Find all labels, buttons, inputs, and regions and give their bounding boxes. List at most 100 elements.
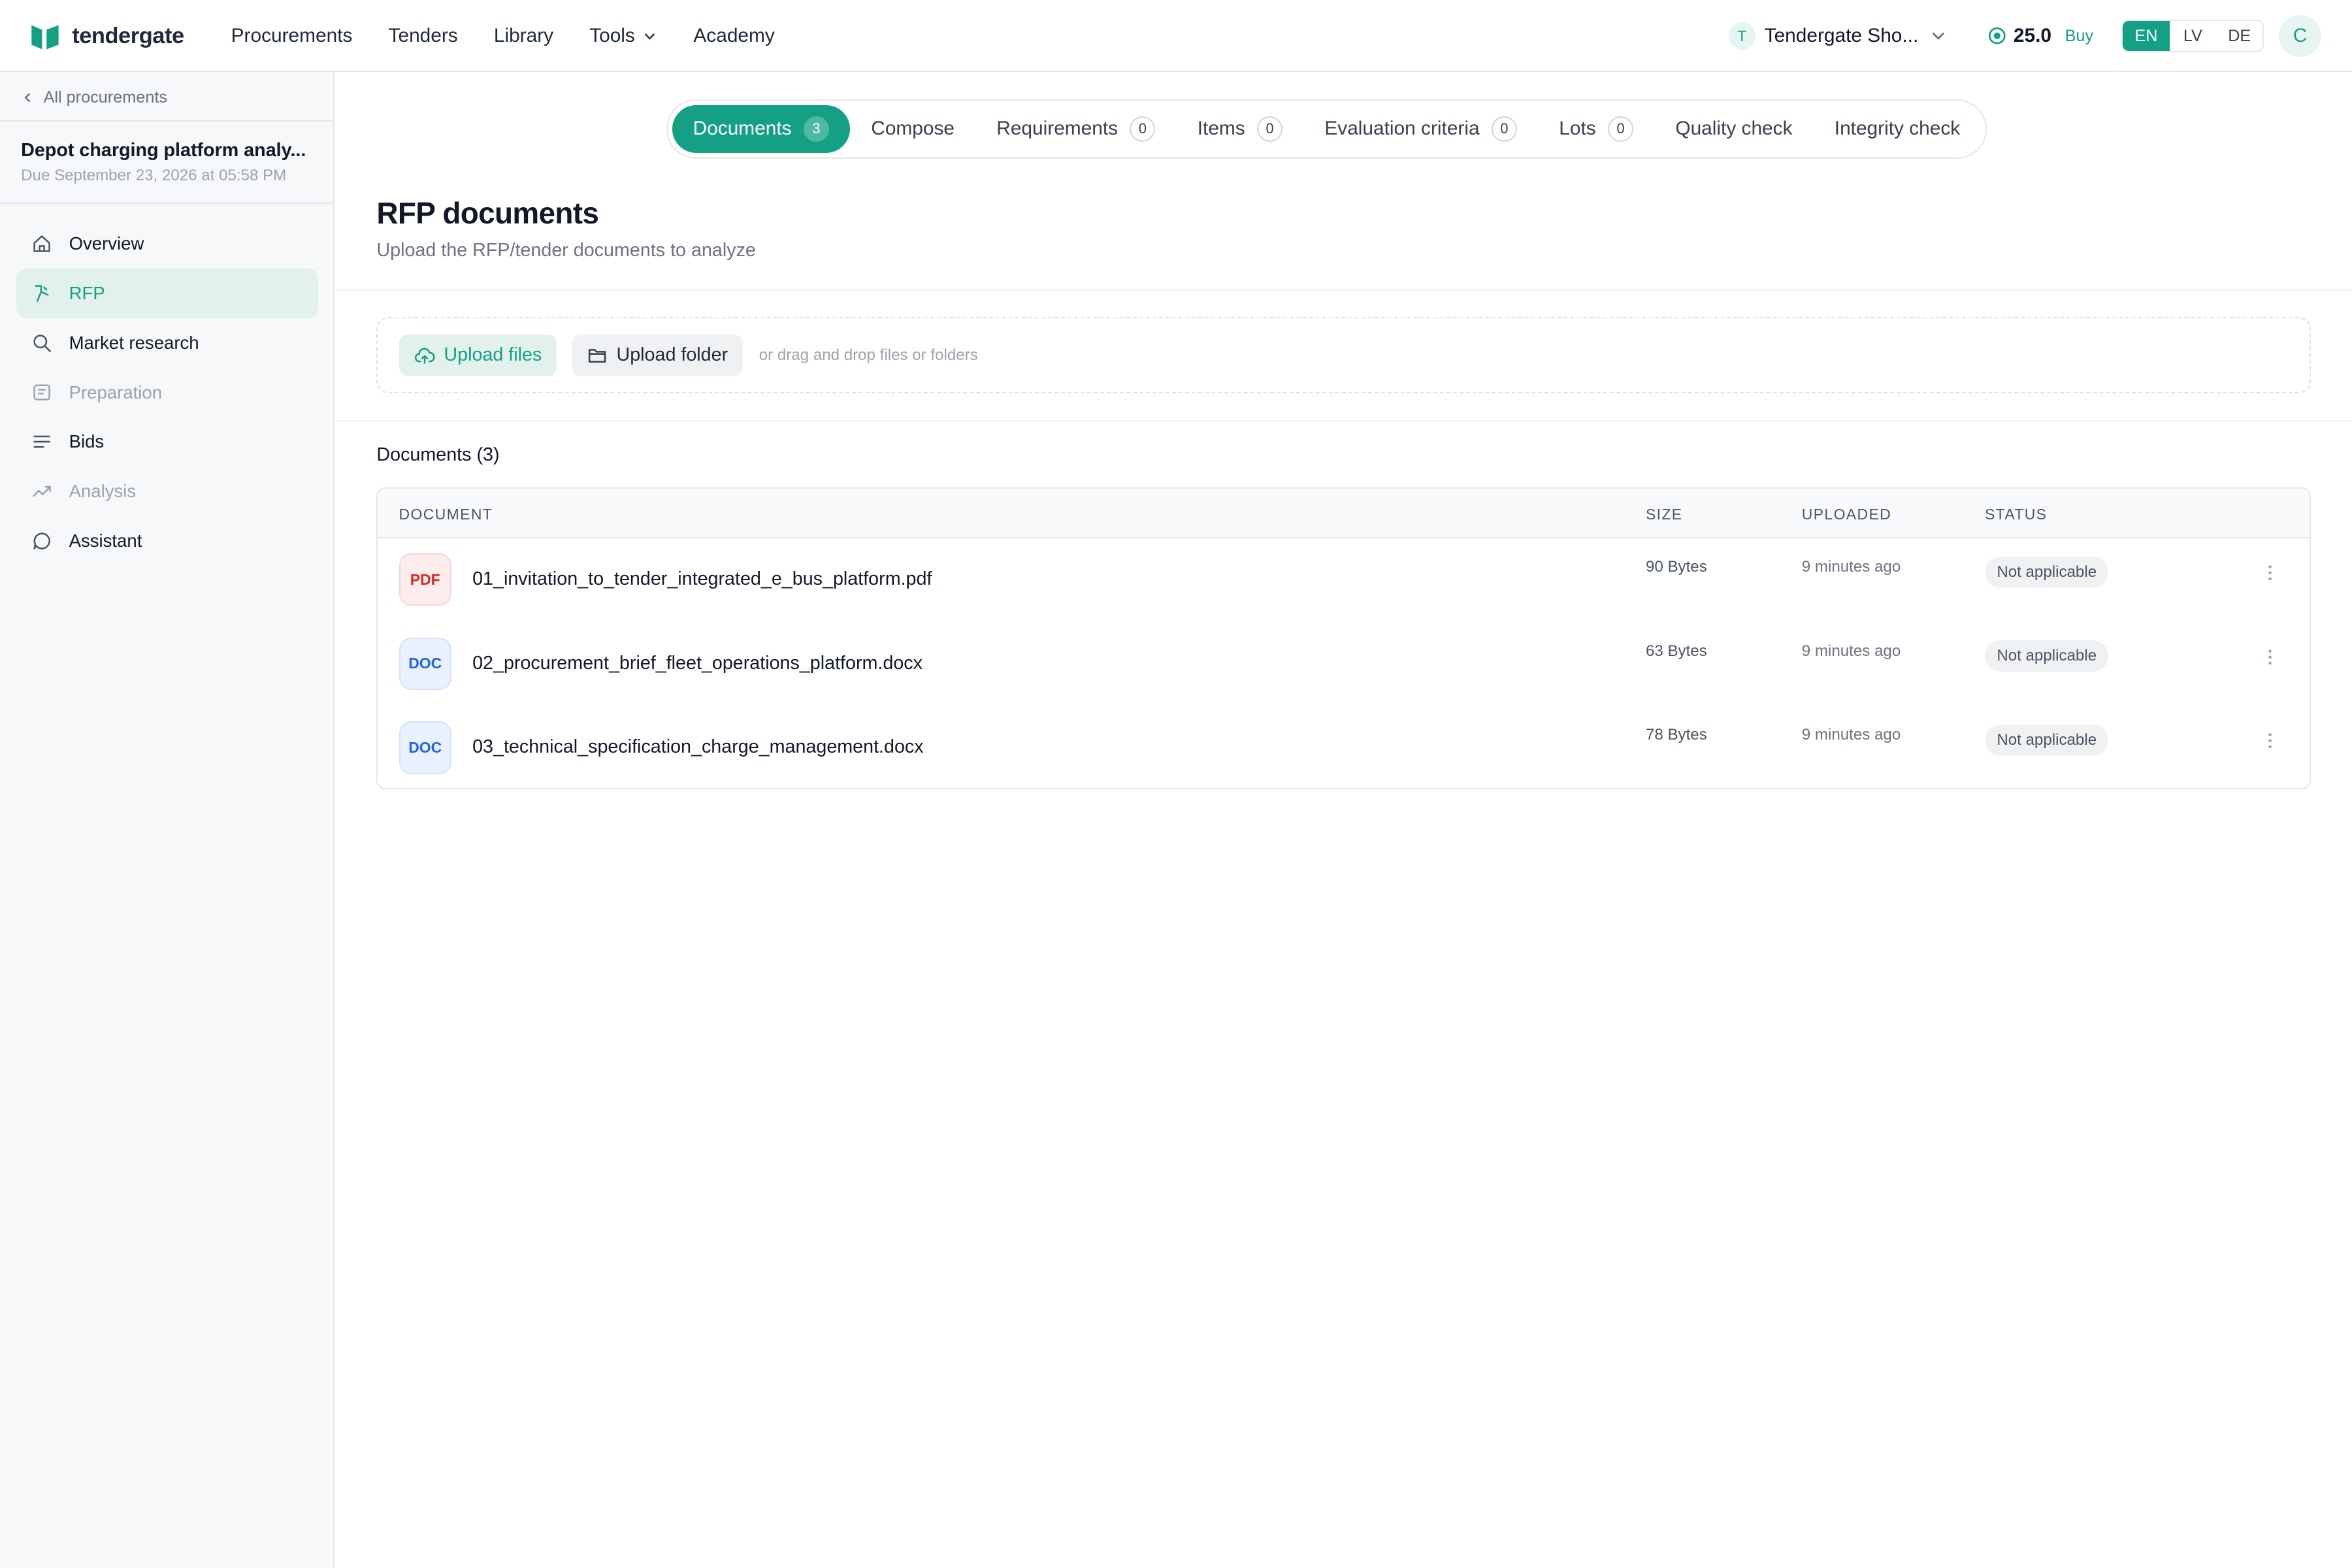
user-avatar[interactable]: C (2279, 14, 2321, 57)
tab-label: Evaluation criteria (1324, 118, 1480, 140)
tab-count-badge: 0 (1257, 116, 1283, 142)
column-header-document[interactable]: DOCUMENT (399, 506, 493, 523)
tab-lots[interactable]: Lots 0 (1538, 105, 1654, 153)
sidebar-menu: Overview RFP Market research Preparation… (16, 219, 318, 565)
more-vertical-icon (2268, 733, 2272, 749)
back-link-label: All procurements (43, 88, 168, 106)
nav-tenders[interactable]: Tenders (389, 25, 458, 47)
table-row[interactable]: DOC 02_procurement_brief_fleet_operation… (378, 623, 2309, 707)
cloud-upload-icon (414, 348, 435, 364)
nav-procurements[interactable]: Procurements (231, 25, 353, 47)
language-switcher: EN LV DE (2121, 19, 2264, 53)
nav-tools-label: Tools (589, 25, 635, 47)
upload-files-button[interactable]: Upload files (399, 334, 557, 377)
tab-label: Compose (871, 118, 955, 140)
documents-table: DOCUMENT SIZE UPLOADED STATUS PDF 01_inv… (376, 487, 2311, 789)
top-header: tendergate Procurements Tenders Library … (0, 0, 2352, 73)
status-badge: Not applicable (1984, 724, 2109, 757)
upload-folder-button[interactable]: Upload folder (571, 334, 743, 377)
chat-icon (33, 532, 51, 549)
sidebar: All procurements Depot charging platform… (0, 72, 335, 1568)
org-avatar: T (1728, 22, 1756, 50)
documents-heading: Documents (3) (376, 444, 500, 465)
buy-credits-link[interactable]: Buy (2065, 27, 2094, 46)
nav-library[interactable]: Library (494, 25, 553, 47)
pdf-file-icon: PDF (399, 553, 451, 606)
page-subtitle: Upload the RFP/tender documents to analy… (376, 240, 756, 261)
nav-tools[interactable]: Tools (589, 25, 657, 47)
document-size: 63 Bytes (1645, 642, 1707, 660)
section-tabs: Documents 3 Compose Requirements 0 Items… (666, 99, 1987, 159)
tab-requirements[interactable]: Requirements 0 (975, 105, 1176, 153)
credits-value: 25.0 (2013, 25, 2051, 47)
chevron-down-icon (644, 33, 655, 40)
sidebar-item-label: RFP (69, 282, 105, 303)
app-root: tendergate Procurements Tenders Library … (0, 0, 2352, 1568)
nav-academy-label: Academy (693, 25, 775, 47)
sidebar-item-market-research[interactable]: Market research (16, 318, 318, 368)
sidebar-item-label: Market research (69, 332, 199, 353)
main-nav: Procurements Tenders Library Tools Acade… (231, 0, 775, 72)
document-name[interactable]: 01_invitation_to_tender_integrated_e_bus… (472, 568, 932, 590)
sidebar-item-rfp[interactable]: RFP (16, 269, 318, 318)
sidebar-item-analysis[interactable]: Analysis (16, 466, 318, 516)
document-name[interactable]: 03_technical_specification_charge_manage… (472, 736, 924, 758)
sidebar-item-assistant[interactable]: Assistant (16, 516, 318, 566)
table-row[interactable]: DOC 03_technical_specification_charge_ma… (378, 706, 2309, 788)
tab-items[interactable]: Items 0 (1177, 105, 1304, 153)
row-actions-menu[interactable] (2262, 645, 2278, 669)
upload-dropzone[interactable]: Upload files Upload folder or drag and d… (376, 316, 2311, 393)
divider (335, 289, 2352, 291)
tab-documents[interactable]: Documents 3 (672, 105, 851, 154)
tab-count-badge: 3 (803, 116, 829, 142)
doc-file-icon: DOC (399, 721, 451, 774)
lang-en[interactable]: EN (2123, 20, 2170, 52)
document-size: 78 Bytes (1645, 726, 1707, 744)
row-actions-menu[interactable] (2262, 561, 2278, 585)
column-header-status[interactable]: STATUS (1985, 506, 2047, 523)
tab-compose[interactable]: Compose (850, 105, 975, 153)
doc-file-icon: DOC (399, 637, 451, 691)
tab-label: Items (1197, 118, 1245, 140)
tab-count-badge: 0 (1491, 116, 1517, 142)
logo-icon (31, 25, 59, 50)
coin-icon (1988, 27, 2006, 44)
more-vertical-icon (2268, 565, 2272, 581)
org-switcher[interactable]: T Tendergate Sho... (1728, 21, 1948, 51)
status-badge: Not applicable (1984, 556, 2109, 588)
brand-name: tendergate (72, 23, 184, 48)
chevron-left-icon (24, 93, 31, 103)
credits-display: 25.0 Buy (1988, 21, 2093, 51)
main-content: Documents 3 Compose Requirements 0 Items… (335, 72, 2352, 1568)
table-row[interactable]: PDF 01_invitation_to_tender_integrated_e… (378, 538, 2309, 623)
procurement-title: Depot charging platform analy... (21, 139, 306, 161)
divider (0, 203, 333, 204)
nav-library-label: Library (493, 25, 554, 47)
lang-lv[interactable]: LV (2170, 21, 2216, 52)
document-uploaded: 9 minutes ago (1801, 726, 1901, 744)
tab-count-badge: 0 (1608, 116, 1634, 142)
brand-logo[interactable]: tendergate (30, 21, 184, 51)
tab-evaluation-criteria[interactable]: Evaluation criteria 0 (1303, 105, 1538, 153)
tab-integrity-check[interactable]: Integrity check (1814, 105, 1982, 153)
tab-label: Integrity check (1834, 118, 1961, 140)
table-header: DOCUMENT SIZE UPLOADED STATUS (378, 489, 2310, 539)
procurement-due-date: Due September 23, 2026 at 05:58 PM (21, 166, 287, 184)
tab-quality-check[interactable]: Quality check (1654, 105, 1813, 153)
sidebar-item-overview[interactable]: Overview (16, 219, 318, 269)
nav-academy[interactable]: Academy (693, 25, 774, 47)
sidebar-item-label: Overview (69, 233, 144, 254)
row-actions-menu[interactable] (2262, 729, 2278, 753)
sidebar-item-label: Bids (69, 431, 105, 452)
lang-de[interactable]: DE (2216, 21, 2262, 52)
sidebar-item-preparation[interactable]: Preparation (16, 368, 318, 417)
document-name[interactable]: 02_procurement_brief_fleet_operations_pl… (472, 653, 923, 674)
column-header-uploaded[interactable]: UPLOADED (1802, 506, 1891, 523)
chevron-down-icon (1932, 32, 1945, 41)
tab-label: Lots (1559, 118, 1596, 140)
back-to-procurements-link[interactable]: All procurements (21, 86, 167, 110)
sidebar-item-bids[interactable]: Bids (16, 417, 318, 466)
rfp-icon (35, 285, 49, 302)
column-header-size[interactable]: SIZE (1646, 506, 1683, 523)
tab-label: Requirements (996, 118, 1119, 140)
